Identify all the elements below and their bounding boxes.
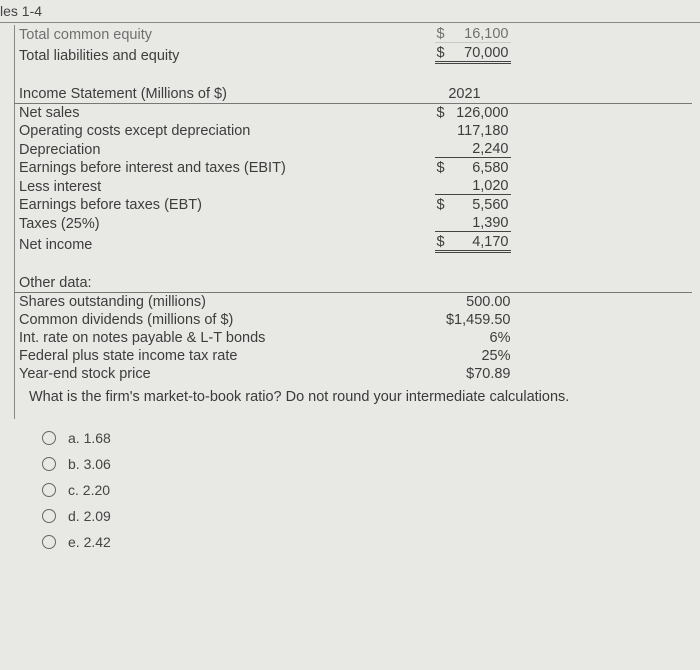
radio-icon[interactable]	[42, 483, 56, 497]
option-d[interactable]: d. 2.09	[42, 503, 692, 529]
row-value: $70,000	[415, 44, 515, 65]
table-row: Depreciation 2,240	[15, 140, 693, 159]
row-value: 6%	[415, 329, 515, 347]
page-header: les 1-4	[0, 0, 700, 23]
table-row: Year-end stock price $70.89	[15, 365, 693, 383]
main-container: Total common equity $16,100 Total liabil…	[0, 25, 700, 555]
option-a[interactable]: a. 1.68	[42, 425, 692, 451]
row-label: Depreciation	[15, 140, 415, 159]
answer-options: a. 1.68 b. 3.06 c. 2.20 d. 2.09 e. 2.42	[14, 419, 692, 555]
income-statement-header: Income Statement (Millions of $) 2021	[15, 85, 693, 104]
row-value: 2,240	[415, 140, 515, 159]
row-value: 1,020	[415, 177, 515, 196]
table-row: Total common equity $16,100	[15, 25, 693, 44]
table-row: Shares outstanding (millions) 500.00	[15, 293, 693, 312]
question-text: What is the firm's market-to-book ratio?…	[14, 383, 692, 419]
row-label: Total liabilities and equity	[15, 44, 415, 65]
table-row: Federal plus state income tax rate 25%	[15, 347, 693, 365]
row-label: Earnings before taxes (EBT)	[15, 196, 415, 214]
row-value: $6,580	[415, 159, 515, 177]
table-row: Operating costs except depreciation 117,…	[15, 122, 693, 140]
row-label: Year-end stock price	[15, 365, 415, 383]
table-row: Earnings before taxes (EBT) $5,560	[15, 196, 693, 214]
row-value: 500.00	[415, 293, 515, 312]
row-value: 1,390	[415, 214, 515, 233]
table-row: Total liabilities and equity $70,000	[15, 44, 693, 65]
option-label: d. 2.09	[68, 508, 111, 524]
option-c[interactable]: c. 2.20	[42, 477, 692, 503]
row-label: Earnings before interest and taxes (EBIT…	[15, 159, 415, 177]
option-e[interactable]: e. 2.42	[42, 529, 692, 555]
row-label: Int. rate on notes payable & L-T bonds	[15, 329, 415, 347]
table-row: Earnings before interest and taxes (EBIT…	[15, 159, 693, 177]
table-row: Less interest 1,020	[15, 177, 693, 196]
row-value: $70.89	[415, 365, 515, 383]
row-label: Less interest	[15, 177, 415, 196]
row-value: $1,459.50	[415, 311, 515, 329]
section-title: Income Statement (Millions of $)	[15, 85, 415, 104]
row-label: Federal plus state income tax rate	[15, 347, 415, 365]
radio-icon[interactable]	[42, 457, 56, 471]
row-value: $5,560	[415, 196, 515, 214]
other-data-header: Other data:	[15, 274, 693, 293]
financial-table: Total common equity $16,100 Total liabil…	[14, 25, 692, 383]
radio-icon[interactable]	[42, 431, 56, 445]
row-label: Net sales	[15, 104, 415, 123]
option-label: e. 2.42	[68, 534, 111, 550]
table-row: Net income $4,170	[15, 233, 693, 254]
row-label: Common dividends (millions of $)	[15, 311, 415, 329]
year-header: 2021	[415, 85, 515, 104]
table-row: Int. rate on notes payable & L-T bonds 6…	[15, 329, 693, 347]
radio-icon[interactable]	[42, 509, 56, 523]
row-label: Taxes (25%)	[15, 214, 415, 233]
table-row: Common dividends (millions of $) $1,459.…	[15, 311, 693, 329]
radio-icon[interactable]	[42, 535, 56, 549]
row-value: 117,180	[415, 122, 515, 140]
row-label: Total common equity	[15, 25, 415, 44]
row-label: Operating costs except depreciation	[15, 122, 415, 140]
table-row: Taxes (25%) 1,390	[15, 214, 693, 233]
row-value: $4,170	[415, 233, 515, 254]
row-label: Shares outstanding (millions)	[15, 293, 415, 312]
option-label: c. 2.20	[68, 482, 110, 498]
row-label: Net income	[15, 233, 415, 254]
row-value: 25%	[415, 347, 515, 365]
option-label: a. 1.68	[68, 430, 111, 446]
table-row: Net sales $126,000	[15, 104, 693, 123]
option-b[interactable]: b. 3.06	[42, 451, 692, 477]
row-value: $16,100	[415, 25, 515, 44]
row-value: $126,000	[415, 104, 515, 123]
option-label: b. 3.06	[68, 456, 111, 472]
section-title: Other data:	[15, 274, 415, 293]
